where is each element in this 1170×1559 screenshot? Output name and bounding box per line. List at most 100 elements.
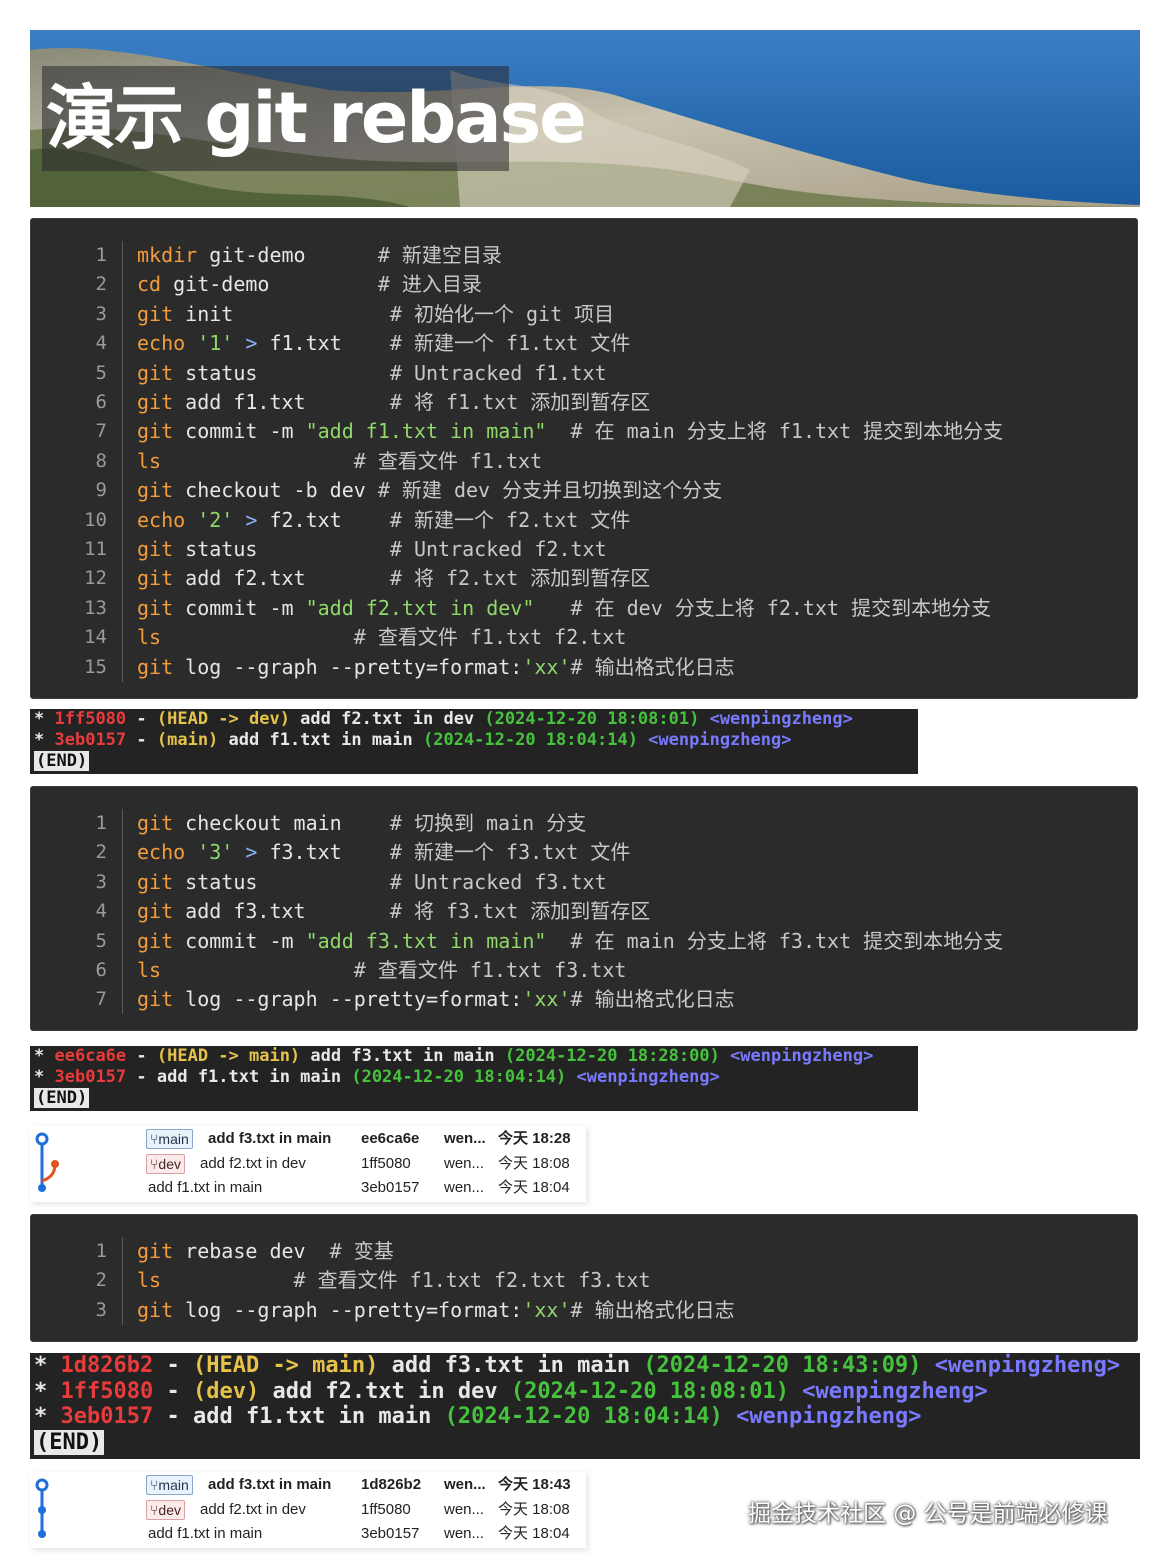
code-line: git log --graph --pretty=format:'xx'# 输出…: [137, 653, 735, 682]
commit-hash: 1ff5080: [60, 1378, 154, 1404]
line-number: 2: [95, 1269, 107, 1292]
spacing: [342, 508, 390, 532]
commit-hash: 3eb0157: [361, 1179, 420, 1196]
argument: f2.txt: [257, 507, 342, 532]
spacing: [257, 361, 389, 385]
line-number: 2: [95, 273, 107, 296]
command: git: [137, 987, 174, 1012]
code-line: git add f2.txt # 将 f2.txt 添加到暂存区: [137, 564, 650, 593]
branch-badge-main[interactable]: ⑂main: [146, 1129, 198, 1149]
commit-time: 今天 18:08: [498, 1154, 570, 1172]
graph-marker: *: [34, 1353, 48, 1378]
command: git: [137, 1297, 174, 1322]
code-comment: # 切换到 main 分支: [389, 811, 587, 835]
command: git: [137, 899, 174, 924]
separator: -: [126, 709, 157, 729]
log-entry: * 1ff5080 - (HEAD -> dev) add f2.txt in …: [34, 709, 853, 730]
command: git: [137, 566, 174, 591]
string-literal: "add f3.txt in main": [305, 928, 547, 953]
commit-author: wen...: [444, 1525, 485, 1542]
code-comment: # 进入目录: [377, 272, 482, 297]
code-block-main-commit: 1 git checkout main # 切换到 main 分支 2 echo '3…: [30, 786, 1138, 1031]
branch-badge-main[interactable]: ⑂main: [146, 1475, 198, 1495]
spacing: [44, 709, 54, 729]
spacing: [44, 730, 54, 750]
argument: f1.txt: [257, 331, 342, 356]
code-comment: # 变基: [329, 1239, 394, 1263]
code-comment: # 在 dev 分支上将 f2.txt 提交到本地分支: [570, 595, 992, 620]
pager-end: (END): [34, 751, 90, 772]
line-number: 4: [95, 900, 107, 923]
argument: init: [173, 301, 234, 326]
spacing: [233, 302, 390, 326]
argument: log --graph --pretty=format:: [173, 987, 523, 1012]
commit-message: add f3.txt in main: [378, 1353, 644, 1378]
spacing: [306, 566, 390, 590]
code-comment: # 查看文件 f1.txt f2.txt f3.txt: [293, 1268, 651, 1293]
branch-badge-dev[interactable]: ⑂dev: [146, 1153, 190, 1174]
commit-date: (2024-12-20 18:08:01): [484, 709, 700, 729]
command: git: [137, 537, 174, 561]
line-number: 3: [95, 302, 107, 325]
argument: checkout -b dev: [173, 478, 366, 503]
line-number: 5: [95, 929, 107, 952]
separator: -: [126, 1046, 157, 1066]
code-block-rebase: 1 git rebase dev # 变基 2 ls # 查看文件 f1.txt f2…: [30, 1214, 1138, 1342]
commit-author: <wenpingzheng>: [637, 730, 792, 750]
string-literal: '2': [185, 507, 234, 532]
commit-author: wen...: [444, 1130, 486, 1147]
spacing: [546, 929, 570, 953]
ref-names: (dev): [192, 1378, 260, 1404]
log-entry: * ee6ca6e - (HEAD -> main) add f3.txt in…: [34, 1046, 873, 1067]
argument: log --graph --pretty=format:: [173, 654, 523, 679]
spacing: [306, 1239, 330, 1263]
line-number: 11: [84, 538, 107, 560]
commit-message: add f1.txt in main: [148, 1525, 263, 1542]
line-number: 5: [95, 361, 107, 384]
end-marker: (END): [34, 1429, 105, 1455]
argument: commit -m: [173, 928, 306, 953]
line-number: 15: [84, 655, 107, 678]
git-graph-panel-1: ⑂main add f3.txt in main ee6ca6e wen... 今天 1…: [30, 1126, 586, 1202]
code-comment: # 新建 dev 分支并且切换到这个分支: [377, 478, 723, 503]
redirect-operator: >: [233, 331, 258, 356]
code-line: git checkout -b dev # 新建 dev 分支并且切换到这个分支: [137, 476, 722, 505]
commit-author: wen...: [444, 1500, 485, 1518]
command: git: [137, 928, 174, 953]
graph-marker: *: [34, 1378, 48, 1404]
spacing: [342, 840, 390, 864]
command: git: [137, 595, 174, 620]
watermark: 掘金技术社区 @ 公号是前端必修课: [748, 1501, 1108, 1527]
branch-badge-dev[interactable]: ⑂dev: [146, 1499, 190, 1520]
separator: -: [126, 1067, 157, 1087]
log-entry: * 1d826b2 - (HEAD -> main) add f3.txt in…: [34, 1353, 1120, 1379]
code-line: echo '2' > f2.txt # 新建一个 f2.txt 文件: [137, 506, 630, 535]
spacing: [44, 1046, 54, 1066]
line-number: 12: [84, 567, 107, 590]
commit-hash: 1d826b2: [361, 1476, 422, 1493]
commit-author: <wenpingzheng>: [719, 1046, 874, 1066]
branch-name: main: [158, 1131, 189, 1147]
ref-names: (HEAD -> main): [156, 1046, 301, 1066]
code-comment: # 新建空目录: [377, 243, 502, 267]
graph-marker: *: [34, 730, 45, 750]
code-comment: # 将 f1.txt 添加到暂存区: [389, 390, 651, 414]
argument: rebase dev: [173, 1239, 306, 1263]
line-number: 7: [95, 420, 107, 443]
line-number: 4: [95, 332, 107, 355]
argument: status: [173, 360, 258, 385]
command: cd: [137, 272, 162, 297]
argument: status: [173, 869, 258, 894]
string-literal: '3': [185, 840, 234, 865]
git-log-output-1: * 1ff5080 - (HEAD -> dev) add f2.txt in …: [30, 709, 918, 774]
code-comment: # 新建一个 f1.txt 文件: [389, 331, 631, 356]
separator: -: [153, 1404, 193, 1429]
git-graph-panel-2: ⑂main add f3.txt in main 1d826b2 wen... 今天 1…: [30, 1472, 586, 1548]
line-number: 3: [95, 1298, 107, 1321]
line-number: 7: [95, 988, 107, 1011]
line-number: 9: [95, 479, 107, 502]
line-number: 14: [84, 626, 107, 649]
separator: -: [153, 1353, 193, 1378]
command: echo: [137, 331, 186, 356]
commit-author: wen...: [444, 1154, 485, 1172]
